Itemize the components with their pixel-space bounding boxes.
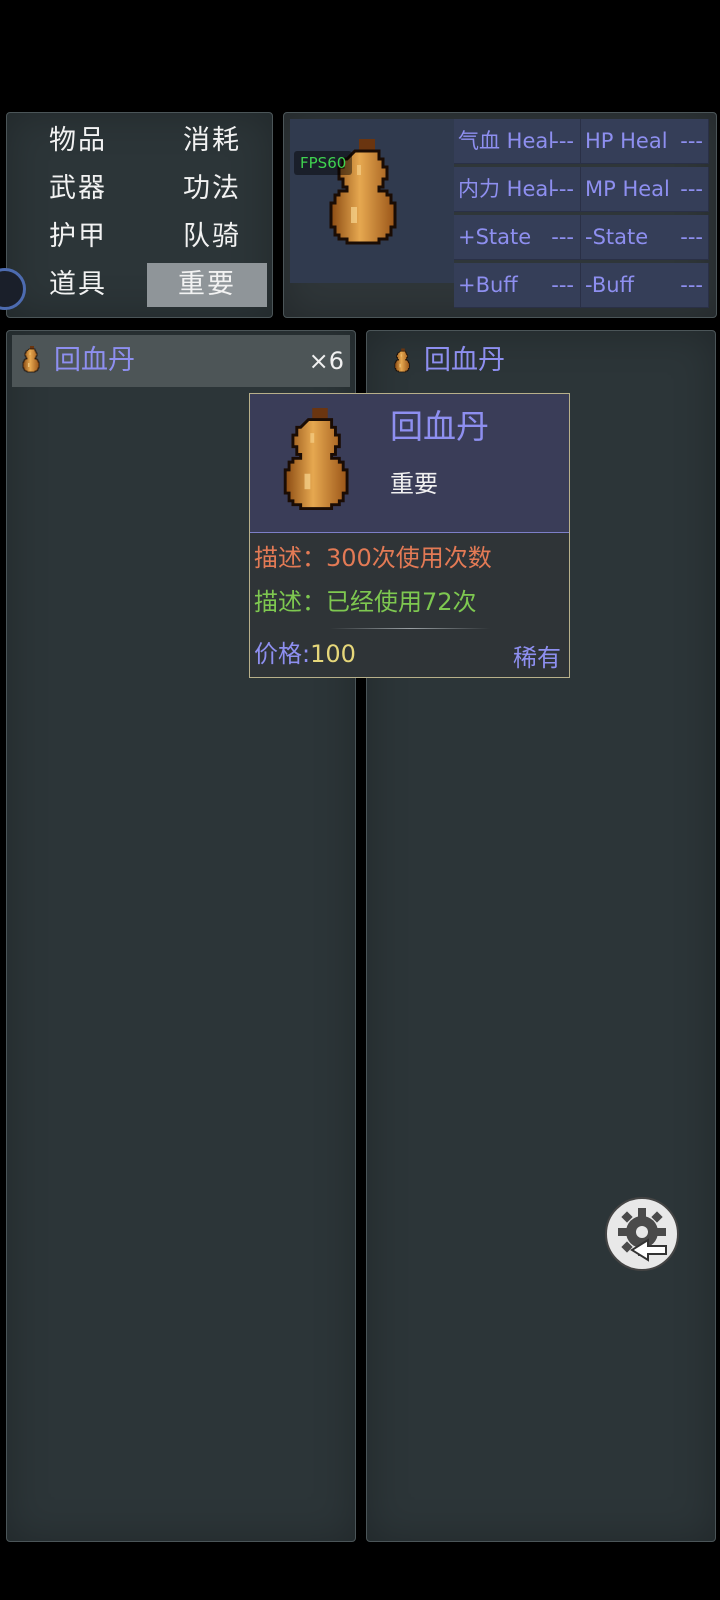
category-skills[interactable]: 功法 <box>159 167 265 211</box>
item-tooltip: 回血丹 重要 描述：300次使用次数 描述：已经使用72次 价格:100 稀有 <box>249 393 570 678</box>
stat-hp-heal-cn: 气血 Heal --- <box>458 129 574 153</box>
item-detail-panel: FPS60 气血 Heal --- HP Heal --- 内力 Heal --- M… <box>283 112 717 318</box>
category-armor[interactable]: 护甲 <box>25 215 131 259</box>
stat-plus-state: +State --- <box>458 225 574 249</box>
list-item-name: 回血丹 <box>54 345 135 376</box>
gourd-icon <box>394 347 412 377</box>
category-consumables[interactable]: 消耗 <box>159 119 265 163</box>
tooltip-item-type: 重要 <box>390 470 438 498</box>
category-weapons[interactable]: 武器 <box>25 167 131 211</box>
tooltip-divider <box>330 628 490 629</box>
tooltip-desc-used: 描述：已经使用72次 <box>254 588 477 616</box>
category-tools[interactable]: 道具 <box>25 263 131 307</box>
stat-plus-buff: +Buff --- <box>458 273 574 297</box>
equip-slot-name: 回血丹 <box>424 345 505 376</box>
tooltip-desc-uses: 描述：300次使用次数 <box>254 544 492 572</box>
equip-slot[interactable]: 回血丹 <box>372 335 710 387</box>
tooltip-rarity: 稀有 <box>513 644 561 672</box>
category-panel: 物品 消耗 武器 功法 护甲 队骑 道具 重要 <box>6 112 273 318</box>
list-item-quantity: ×6 <box>308 347 344 375</box>
gear-back-icon[interactable] <box>602 1194 682 1274</box>
tooltip-item-name: 回血丹 <box>390 407 489 446</box>
list-item[interactable]: 回血丹 ×6 <box>12 335 350 387</box>
stat-minus-state: -State --- <box>585 225 703 249</box>
category-items[interactable]: 物品 <box>25 119 131 163</box>
tooltip-price: 价格:100 <box>254 640 356 668</box>
gourd-icon <box>280 408 360 524</box>
stat-mp-heal-cn: 内力 Heal --- <box>458 177 574 201</box>
gourd-icon <box>22 345 42 377</box>
stat-mp-heal: MP Heal --- <box>585 177 703 201</box>
stat-hp-heal: HP Heal --- <box>585 129 703 153</box>
stat-minus-buff: -Buff --- <box>585 273 703 297</box>
category-important[interactable]: 重要 <box>147 263 267 307</box>
category-mounts[interactable]: 队骑 <box>159 215 265 259</box>
fps-counter: FPS60 <box>294 151 353 175</box>
